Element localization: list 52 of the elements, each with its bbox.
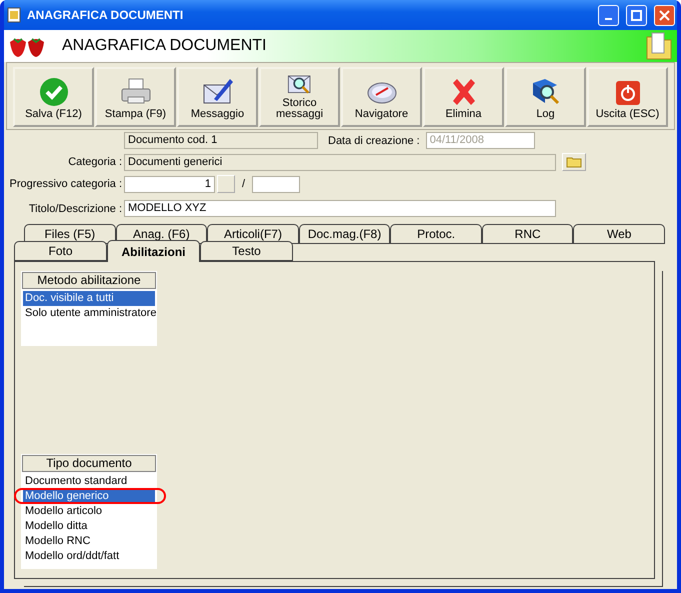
title-field[interactable]: MODELLO XYZ — [124, 200, 556, 217]
category-field: Documenti generici — [124, 154, 556, 170]
list-item[interactable]: Modello articolo — [23, 504, 155, 519]
list-box[interactable]: Metodo abilitazione Doc. visibile a tutti Solo utente amministratore — [21, 271, 157, 346]
power-icon — [614, 79, 642, 108]
progressive-field[interactable]: 1 — [124, 176, 215, 192]
tab[interactable]: RNC — [482, 224, 574, 244]
minimize-button[interactable] — [598, 4, 619, 26]
minimize-icon — [605, 18, 612, 20]
list-box[interactable]: Tipo documento Documento standard Modello generico Modello articolo Modello ditta Modello RNC Modello ord/ddt/fatt — [21, 454, 157, 569]
toolbar-button[interactable]: Uscita (ESC) — [587, 67, 668, 127]
toolbar-button[interactable]: Storico messaggi — [259, 67, 340, 127]
folder-button[interactable] — [562, 153, 586, 171]
app-icon — [6, 7, 22, 23]
folder-icon — [645, 31, 673, 61]
field-label: Titolo/Descrizione : — [28, 202, 123, 214]
list-item[interactable]: Documento standard — [23, 474, 155, 489]
list-item[interactable]: Doc. visibile a tutti — [23, 291, 155, 306]
small-button[interactable] — [217, 175, 235, 193]
toolbar-button[interactable]: Navigatore — [341, 67, 422, 127]
date-field: 04/11/2008 — [426, 132, 535, 149]
list-item[interactable]: Modello ord/ddt/fatt — [23, 549, 155, 564]
toolbar-button[interactable]: Salva (F12) — [13, 67, 94, 127]
field-label: Progressivo categoria : — [8, 178, 123, 190]
close-icon — [659, 10, 670, 20]
tab[interactable]: Testo — [200, 241, 293, 261]
window-title: ANAGRAFICA DOCUMENTI — [27, 8, 184, 22]
list-item[interactable]: Modello RNC — [23, 534, 155, 549]
tab[interactable]: Foto — [14, 241, 107, 261]
toolbar-button[interactable]: Log — [505, 67, 586, 127]
tab[interactable]: Web — [573, 224, 666, 244]
folder-icon — [566, 156, 582, 168]
field-label: Categoria : — [67, 156, 123, 168]
document-code-field: Documento cod. 1 — [124, 132, 318, 149]
toolbar-button[interactable]: Elimina — [423, 67, 504, 127]
toolbar-button[interactable]: Stampa (F9) — [95, 67, 176, 127]
list-item[interactable]: Solo utente amministratore — [23, 306, 155, 321]
close-button[interactable] — [654, 4, 675, 26]
field-label: Data di creazione : — [328, 134, 421, 146]
list-item[interactable]: Modello ditta — [23, 519, 155, 534]
tab[interactable]: Abilitazioni — [107, 240, 200, 262]
list-header: Metodo abilitazione — [22, 272, 156, 289]
toolbar-button[interactable]: Messaggio — [177, 67, 258, 127]
separator-text: / — [242, 178, 246, 190]
list-header: Tipo documento — [22, 455, 156, 472]
maximize-button[interactable] — [626, 4, 647, 26]
maximize-icon — [631, 10, 642, 20]
check-icon — [38, 77, 68, 108]
form-title: ANAGRAFICA DOCUMENTI — [62, 37, 268, 55]
tab[interactable]: Protoc. — [390, 224, 482, 244]
tab[interactable]: Doc.mag.(F8) — [298, 224, 390, 244]
progressive-total-field[interactable] — [252, 176, 300, 192]
